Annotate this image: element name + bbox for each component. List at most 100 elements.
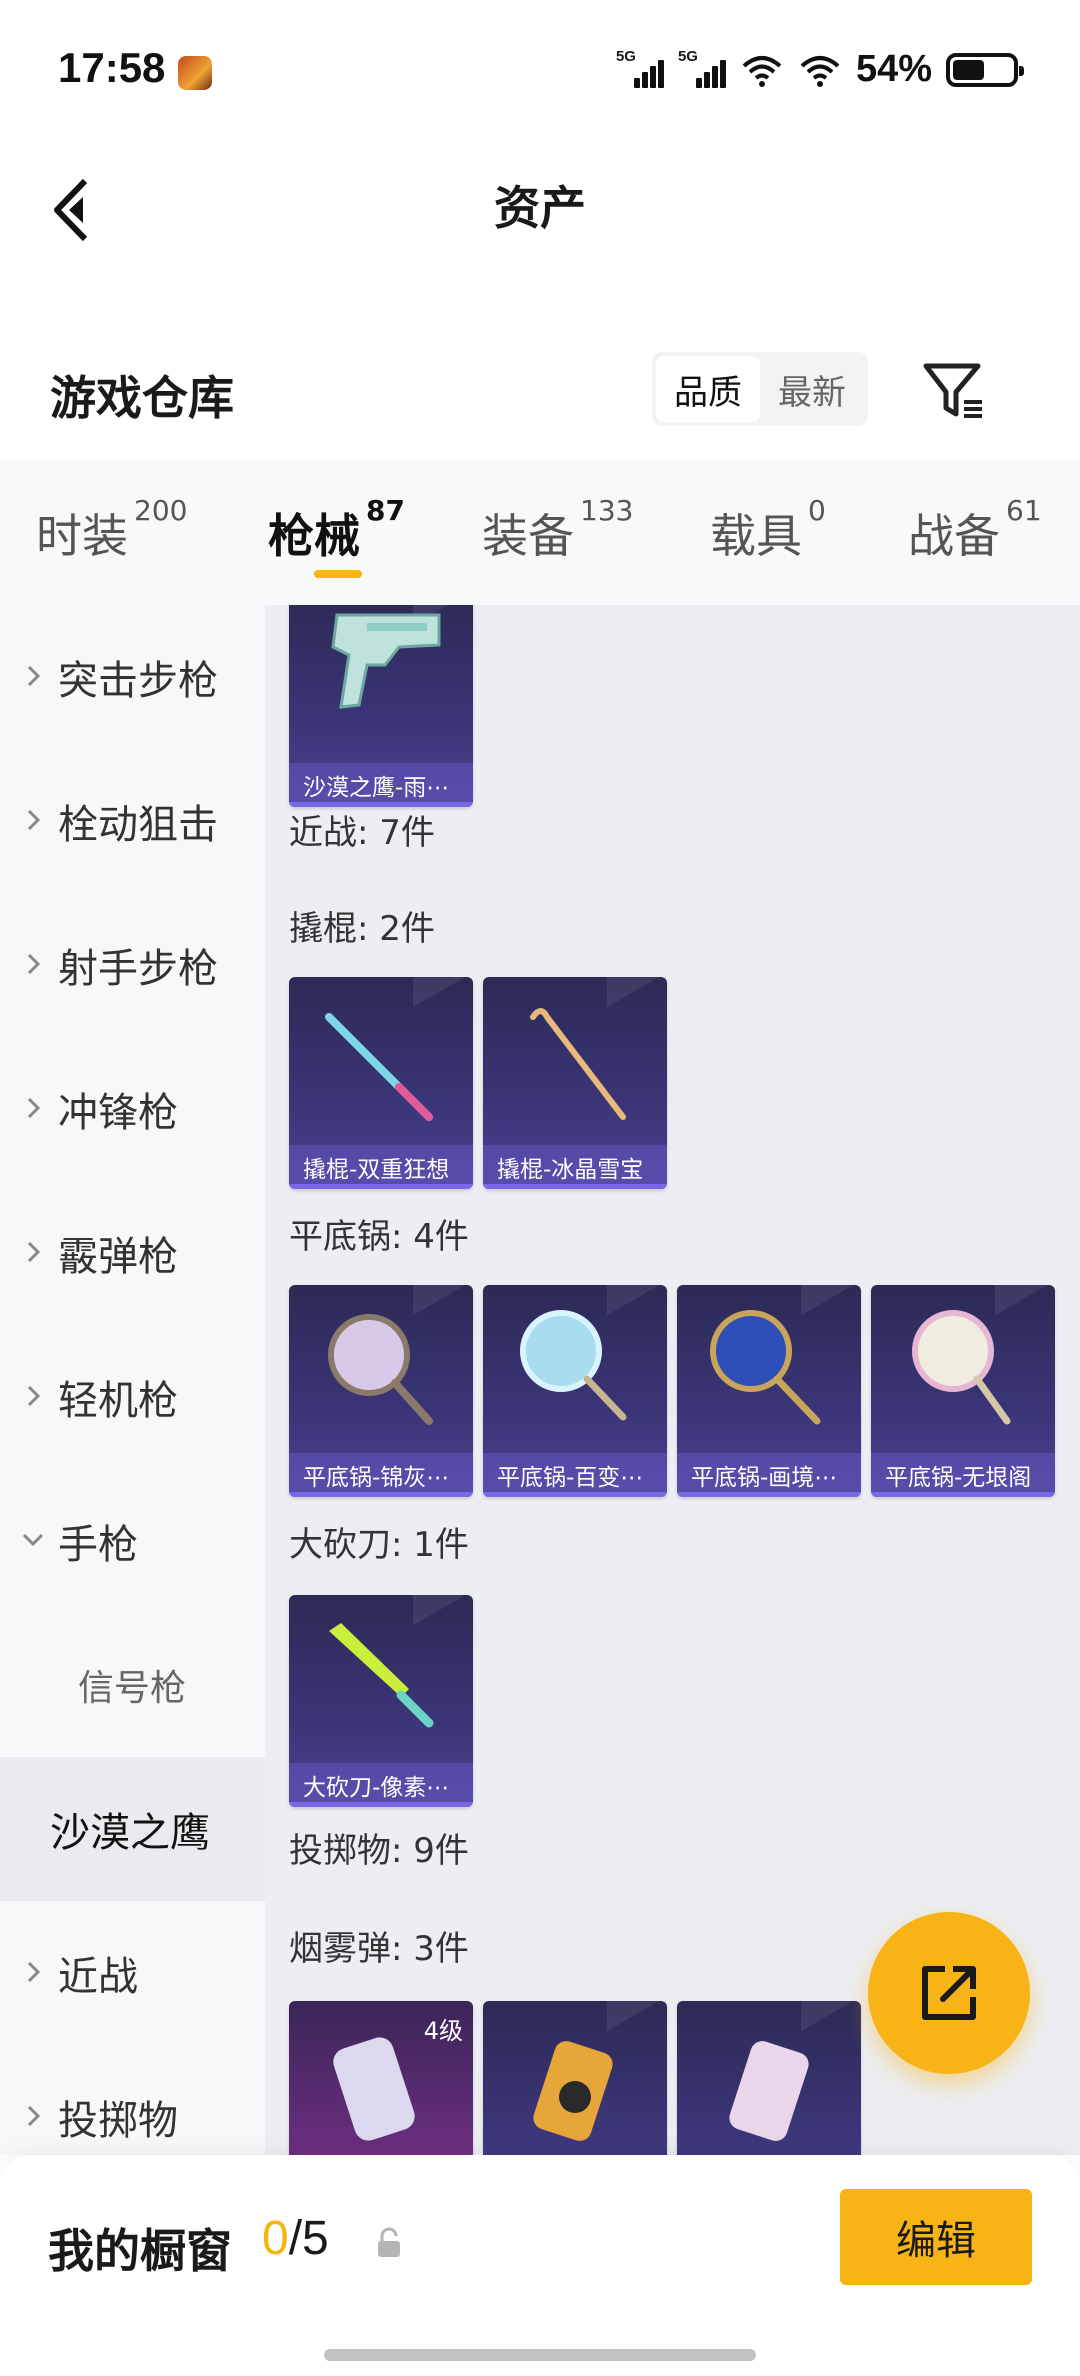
- showcase-current: 0: [262, 2212, 289, 2265]
- tab-count: 61: [1006, 494, 1042, 527]
- page-title: 资产: [494, 181, 586, 235]
- game-app-icon: [178, 56, 212, 90]
- status-time: 17:58: [58, 44, 166, 91]
- showcase-count: 0/5: [262, 2211, 329, 2266]
- tab-vehicles[interactable]: 载具 0: [710, 494, 826, 566]
- item-card-pan-3[interactable]: 平底锅-画境⋯: [677, 1285, 861, 1497]
- sidebar-item-label: 轻机枪: [58, 1378, 178, 1424]
- battery-icon: [946, 52, 1024, 87]
- filter-icon: [923, 363, 982, 418]
- tab-combat-gear[interactable]: 战备 61: [908, 494, 1042, 566]
- battery-fill: [953, 59, 984, 80]
- chevron-right-icon: [27, 1385, 41, 1407]
- cellular-signal-icon: 5G: [616, 48, 664, 88]
- sidebar-item-label: 突击步枪: [58, 658, 218, 704]
- share-button[interactable]: [868, 1912, 1030, 2074]
- tab-count: 0: [808, 494, 826, 527]
- sidebar-item-label: 近战: [58, 1954, 138, 2000]
- item-name: 撬棍-冰晶雪宝: [483, 1145, 667, 1189]
- sidebar-item-shotgun[interactable]: 霰弹枪: [0, 1181, 265, 1325]
- network-type-label: 5G: [615, 47, 636, 65]
- item-card-pan-2[interactable]: 平底锅-百变⋯: [483, 1285, 667, 1497]
- nav-bar: 资产: [0, 140, 1080, 270]
- item-name: 平底锅-画境⋯: [677, 1453, 861, 1497]
- item-card-crowbar-2[interactable]: 撬棍-冰晶雪宝: [483, 977, 667, 1189]
- sidebar-item-desert-eagle[interactable]: 沙漠之鹰: [0, 1757, 265, 1901]
- sidebar-item-throwable[interactable]: 投掷物: [0, 2045, 265, 2155]
- tab-label: 战备: [908, 509, 1000, 563]
- machete-image: [329, 1623, 434, 1728]
- sidebar-item-label: 投掷物: [58, 2098, 178, 2144]
- pan-image: [328, 1314, 433, 1425]
- showcase-total: /5: [288, 2212, 329, 2265]
- sidebar-item-smg[interactable]: 冲锋枪: [0, 1037, 265, 1181]
- tab-label: 时装: [36, 509, 128, 563]
- battery-percent: 54%: [855, 48, 932, 90]
- tab-count: 200: [134, 494, 188, 527]
- smoke-grenade-image: [729, 2041, 809, 2141]
- category-tabs: 时装 200 枪械 87 装备 133 载具 0 战备 61: [0, 460, 1080, 605]
- sidebar-item-label: 冲锋枪: [58, 1090, 178, 1136]
- sidebar-item-marksman-rifle[interactable]: 射手步枪: [0, 893, 265, 1037]
- chevron-right-icon: [27, 1241, 41, 1263]
- item-card-pan-4[interactable]: 平底锅-无垠阁: [871, 1285, 1055, 1497]
- home-indicator[interactable]: [324, 2349, 756, 2361]
- showcase-label: 我的橱窗: [48, 2224, 232, 2278]
- sidebar-item-pistol[interactable]: 手枪: [0, 1469, 265, 1613]
- sidebar-item-flare-gun[interactable]: 信号枪: [0, 1613, 265, 1757]
- item-card-pan-1[interactable]: 平底锅-锦灰⋯: [289, 1285, 473, 1497]
- chevron-right-icon: [27, 1961, 41, 1983]
- sidebar-item-assault-rifle[interactable]: 突击步枪: [0, 605, 265, 749]
- sidebar-item-lmg[interactable]: 轻机枪: [0, 1325, 265, 1469]
- sort-by-newest-button[interactable]: 最新: [760, 356, 864, 422]
- item-name: 撬棍-双重狂想: [289, 1145, 473, 1189]
- chevron-right-icon: [27, 2105, 41, 2127]
- item-card-desert-eagle[interactable]: 沙漠之鹰-雨⋯: [289, 605, 473, 807]
- sidebar-item-label: 射手步枪: [58, 946, 218, 992]
- status-indicators: 5G 5G 54%: [616, 48, 1024, 91]
- group-label-pan: 平底锅: 4件: [289, 1217, 469, 1257]
- tab-label: 装备: [482, 509, 574, 563]
- group-label-smoke: 烟雾弹: 3件: [289, 1929, 469, 1969]
- edit-button[interactable]: 编辑: [840, 2189, 1032, 2285]
- chevron-down-icon: [22, 1533, 44, 1547]
- sidebar-item-bolt-sniper[interactable]: 栓动狙击: [0, 749, 265, 893]
- network-type-label: 5G: [677, 47, 698, 65]
- chevron-right-icon: [27, 953, 41, 975]
- warehouse-header: 游戏仓库 品质 最新: [0, 330, 1080, 460]
- sort-by-quality-button[interactable]: 品质: [656, 356, 760, 422]
- tab-equipment[interactable]: 装备 133: [482, 494, 633, 566]
- pan-image: [710, 1310, 821, 1425]
- item-name: 平底锅-百变⋯: [483, 1453, 667, 1497]
- active-tab-indicator: [314, 570, 362, 578]
- tab-firearms[interactable]: 枪械 87: [268, 494, 405, 566]
- sidebar-item-label: 栓动狙击: [58, 802, 218, 848]
- tab-label: 载具: [710, 509, 802, 563]
- tab-outfits[interactable]: 时装 200: [36, 494, 187, 566]
- chevron-right-icon: [27, 809, 41, 831]
- item-card-crowbar-1[interactable]: 撬棍-双重狂想: [289, 977, 473, 1189]
- share-icon: [922, 1966, 976, 2020]
- item-card-smoke-1[interactable]: 4级: [289, 2001, 473, 2155]
- crowbar-image: [325, 1013, 433, 1121]
- group-label-machete: 大砍刀: 1件: [289, 1525, 469, 1565]
- status-bar: 17:58 5G 5G 54%: [0, 0, 1080, 140]
- sidebar-item-melee[interactable]: 近战: [0, 1901, 265, 2045]
- cellular-signal-icon: 5G: [678, 48, 726, 88]
- smoke-grenade-image: [333, 2037, 415, 2141]
- item-card-machete-1[interactable]: 大砍刀-像素⋯: [289, 1595, 473, 1807]
- chevron-right-icon: [27, 1097, 41, 1119]
- item-card-smoke-2[interactable]: [483, 2001, 667, 2155]
- item-card-smoke-3[interactable]: [677, 2001, 861, 2155]
- pan-image: [520, 1310, 627, 1421]
- filter-button[interactable]: [920, 356, 990, 426]
- wifi-icon: [742, 55, 782, 87]
- sidebar-item-label: 霰弹枪: [58, 1234, 178, 1280]
- group-label-crowbar: 撬棍: 2件: [289, 909, 435, 949]
- sidebar-item-label: 沙漠之鹰: [50, 1810, 210, 1856]
- chevron-right-icon: [27, 665, 41, 687]
- smoke-grenade-image: [533, 2041, 613, 2141]
- item-name: 平底锅-无垠阁: [871, 1453, 1055, 1497]
- sidebar-item-label: 手枪: [58, 1522, 138, 1568]
- item-name: 平底锅-锦灰⋯: [289, 1453, 473, 1497]
